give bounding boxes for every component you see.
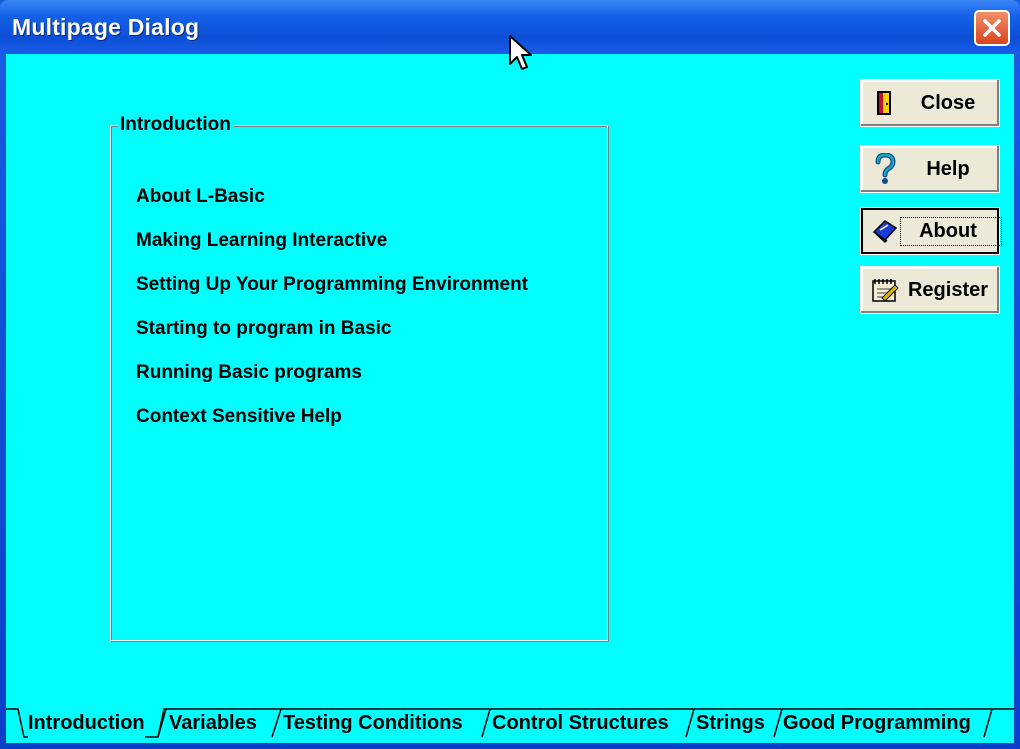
tab-strip: Introduction Variables Testing Condition… bbox=[6, 706, 1014, 743]
topic-running-basic-programs[interactable]: Running Basic programs bbox=[136, 362, 362, 384]
book-icon bbox=[867, 218, 903, 244]
register-button-label: Register bbox=[907, 278, 989, 301]
question-mark-icon bbox=[867, 153, 903, 185]
topic-about-l-basic[interactable]: About L-Basic bbox=[136, 186, 265, 208]
tab-introduction[interactable]: Introduction bbox=[28, 706, 145, 740]
tab-strings[interactable]: Strings bbox=[696, 706, 765, 740]
tab-control-structures[interactable]: Control Structures bbox=[492, 706, 669, 740]
tab-variables[interactable]: Variables bbox=[169, 706, 257, 740]
close-button-label: Close bbox=[920, 91, 976, 114]
mouse-pointer-icon bbox=[509, 35, 532, 70]
tab-good-programming[interactable]: Good Programming bbox=[783, 706, 971, 740]
topic-starting-to-program[interactable]: Starting to program in Basic bbox=[136, 318, 391, 340]
window-close-button[interactable] bbox=[974, 10, 1010, 46]
topic-making-learning-interactive[interactable]: Making Learning Interactive bbox=[136, 230, 387, 252]
client-area: Introduction About L-Basic Making Learni… bbox=[6, 54, 1014, 743]
register-notepad-icon bbox=[867, 276, 903, 304]
window-title: Multipage Dialog bbox=[12, 14, 200, 40]
close-button[interactable]: Close bbox=[860, 79, 1000, 127]
register-button[interactable]: Register bbox=[860, 266, 1000, 314]
tab-testing-conditions[interactable]: Testing Conditions bbox=[283, 706, 463, 740]
close-icon bbox=[983, 19, 1001, 37]
help-button[interactable]: Help bbox=[860, 145, 1000, 193]
dialog-window: Multipage Dialog Introduction About L-Ba… bbox=[0, 0, 1020, 749]
help-button-label: Help bbox=[926, 157, 970, 180]
about-button-label: About bbox=[900, 216, 1002, 246]
about-button[interactable]: About bbox=[860, 207, 1002, 255]
topic-setting-up-environment[interactable]: Setting Up Your Programming Environment bbox=[136, 274, 528, 296]
topic-context-sensitive-help[interactable]: Context Sensitive Help bbox=[136, 406, 342, 428]
door-icon bbox=[867, 89, 903, 117]
group-box-legend: Introduction bbox=[118, 114, 233, 136]
